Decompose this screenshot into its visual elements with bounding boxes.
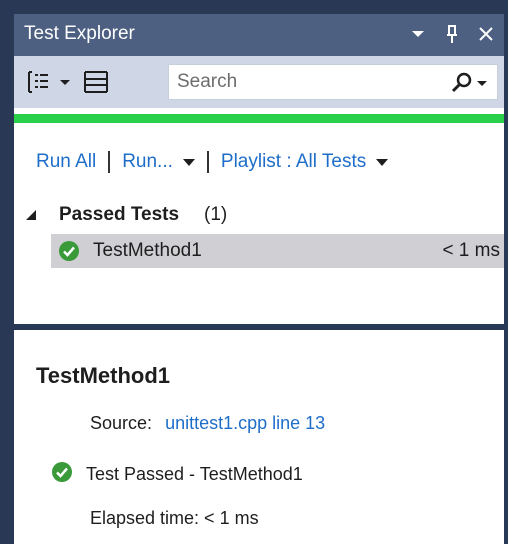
check-circle-icon xyxy=(59,241,79,267)
elapsed-time: Elapsed time: < 1 ms xyxy=(90,508,259,528)
window-frame: Test Explorer Search Run All Run... Play… xyxy=(0,0,508,544)
test-duration: < 1 ms xyxy=(442,240,500,261)
chevron-down-icon xyxy=(376,158,389,166)
group-by-icon[interactable] xyxy=(26,69,54,95)
run-all-link[interactable]: Run All xyxy=(36,151,96,173)
separator xyxy=(108,151,111,173)
chevron-down-icon xyxy=(182,158,195,166)
playlist-icon[interactable] xyxy=(82,69,110,95)
close-icon[interactable] xyxy=(476,22,496,46)
expand-collapse-icon[interactable] xyxy=(26,210,36,220)
separator xyxy=(206,151,209,173)
window-title: Test Explorer xyxy=(24,23,135,44)
window-menu-dropdown-icon[interactable] xyxy=(408,22,428,46)
action-links: Run All Run... Playlist : All Tests xyxy=(36,148,389,176)
group-name: Passed Tests xyxy=(59,204,180,225)
group-by-dropdown-icon[interactable] xyxy=(58,69,72,95)
title-bar: Test Explorer xyxy=(14,14,504,56)
check-circle-icon xyxy=(52,462,72,487)
progress-fill xyxy=(14,114,504,123)
search-icon[interactable] xyxy=(447,71,489,95)
group-count: (1) xyxy=(204,204,228,225)
test-details-pane: TestMethod1 Source: unittest1.cpp line 1… xyxy=(14,330,504,544)
pin-icon[interactable] xyxy=(442,22,462,46)
source-label: Source: xyxy=(90,413,153,433)
test-row[interactable]: TestMethod1 < 1 ms xyxy=(51,234,504,268)
source-link[interactable]: unittest1.cpp line 13 xyxy=(165,413,325,433)
run-dropdown-label: Run... xyxy=(122,151,173,172)
detail-title: TestMethod1 xyxy=(36,363,171,388)
playlist-dropdown-label: Playlist : All Tests xyxy=(220,151,367,172)
test-progress-bar xyxy=(14,114,504,123)
detail-source: Source: unittest1.cpp line 13 xyxy=(90,413,325,434)
search-input[interactable] xyxy=(177,69,437,95)
test-explorer-panel: Run All Run... Playlist : All Tests Pass… xyxy=(14,56,504,544)
test-group-passed[interactable]: Passed Tests (1) xyxy=(14,201,504,231)
toolbar xyxy=(14,56,504,108)
run-dropdown[interactable]: Run... xyxy=(122,151,195,173)
detail-status: Test Passed - TestMethod1 xyxy=(52,462,303,487)
search-box[interactable] xyxy=(168,64,498,100)
test-name: TestMethod1 xyxy=(93,240,202,261)
status-text: Test Passed - TestMethod1 xyxy=(86,464,303,484)
playlist-dropdown[interactable]: Playlist : All Tests xyxy=(220,151,389,173)
